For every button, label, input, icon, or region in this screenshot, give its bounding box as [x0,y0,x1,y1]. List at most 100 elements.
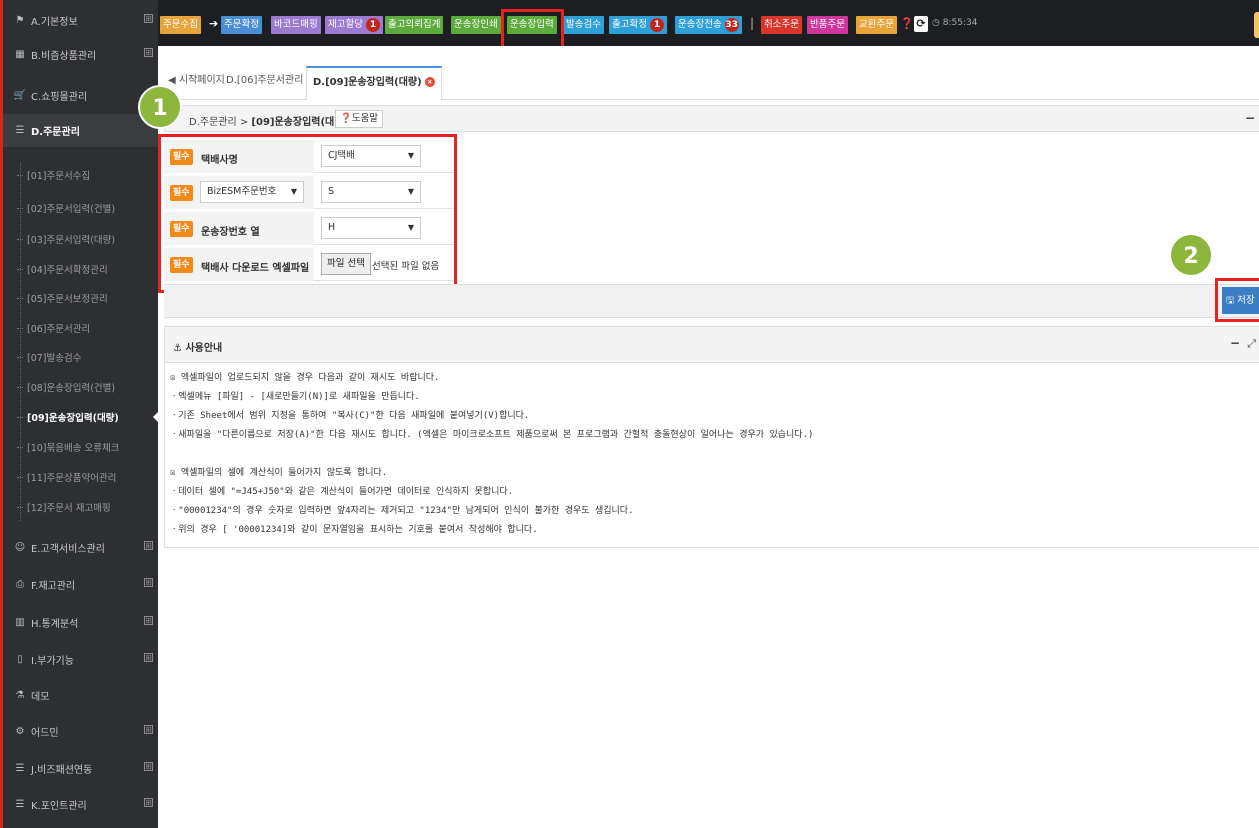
gears-icon: ⚙ [15,726,25,737]
save-highlight-box [1215,278,1259,322]
expand-icon[interactable]: ⊞ [144,798,153,807]
sidebar-item-label: I.부가기능 [31,656,74,667]
sidebar-item-extras[interactable]: ▯ I.부가기능 ⊞ [3,643,158,676]
button-label: 바코드매핑 [274,19,318,30]
user-menu-button[interactable] [1254,12,1259,38]
bookmark-icon: ▯ [17,654,23,665]
sidebar-item-basic-info[interactable]: ⚑ A.기본정보 ⊞ [3,4,158,37]
shipment-inspection-button[interactable]: 발송검수 [563,16,604,34]
sidebar-item-admin[interactable]: ⚙ 어드민 ⊞ [3,715,158,748]
count-badge: 33 [724,18,739,32]
guide-line: ㆍ엑셀메뉴 [파일] - [새로만들기(N)]로 새파일을 만듭니다. [170,392,420,402]
sidebar-item-label: 데모 [31,692,50,703]
breadcrumb: D.주문관리 > [09]운송장입력(대량) [189,113,348,128]
button-label: 발송검수 [566,19,601,30]
waybill-send-button[interactable]: 운송장전송 33 [675,16,742,34]
expand-icon[interactable]: ⊞ [144,762,153,771]
sidebar-item-inventory[interactable]: ⎙ F.재고관리 ⊞ [3,568,158,601]
sidebar-subitem[interactable]: [08]운송장입력(건별) [3,372,158,401]
cart-icon: 🛒 [13,90,27,101]
sidebar-subitem[interactable]: [02]주문서입력(건별) [3,193,158,222]
expand-icon[interactable]: ⊞ [144,48,153,57]
breadcrumb-path: D.주문관리 > [189,117,252,128]
button-label: 운송장전송 [678,19,722,30]
sidebar-subitem[interactable]: [05]주문서보정관리 [3,283,158,312]
button-label: 출고의뢰집계 [388,19,441,30]
minimize-icon[interactable]: − [1230,336,1240,350]
order-collect-button[interactable]: 주문수집 [160,16,201,34]
expand-icon[interactable]: ⊞ [144,541,153,550]
sidebar-subitem[interactable]: [11]주문상품약어관리 [3,462,158,491]
sidebar-item-points[interactable]: ☰ K.포인트관리 ⊞ [3,788,158,821]
waybill-print-button[interactable]: 운송장인쇄 [451,16,501,34]
button-label: 반품주문 [810,19,845,30]
tab-bulk-waybill-input[interactable]: D.[09]운송장입력(대량) × [306,66,442,100]
expand-icon[interactable]: ⊞ [144,653,153,662]
tab-label: D.[09]운송장입력(대량) [313,77,422,88]
expand-icon[interactable]: ⊞ [144,725,153,734]
guide-header: ⚓ 사용안내 − ⤢ [165,327,1259,363]
sidebar-item-demo[interactable]: ⚗ 데모 [3,679,158,712]
sidebar-item-label: B.비즘상품관리 [31,51,97,62]
refresh-icon[interactable]: ⟳ [914,16,928,32]
sidebar-item-products[interactable]: ▦ B.비즘상품관리 ⊞ [3,38,158,71]
smile-icon: ☺ [14,542,26,553]
sidebar-item-label: A.기본정보 [31,17,78,28]
tab-order-management[interactable]: D.[06]주문서관리× [226,66,317,100]
barcode-mapping-button[interactable]: 바코드매핑 [271,16,321,34]
help-icon[interactable]: ❓ [900,17,914,31]
sidebar-item-bizfashion[interactable]: ☰ J.비즈패션연동 ⊞ [3,752,158,785]
printer-icon: ⎙ [16,579,24,590]
guide-line: ☒ 엑셀파일의 셀에 계산식이 들어가지 않도록 합니다. [170,468,388,478]
current-page-pointer [153,411,159,423]
sidebar-item-statistics[interactable]: ▥ H.통계분석 ⊞ [3,606,158,639]
sidebar-subitem-current[interactable]: [09]운송장입력(대량) [3,402,158,431]
breadcrumb-current: [09]운송장입력(대량) [251,117,349,128]
workflow-toolbar: 주문수집 ➔ 주문확정 바코드매핑 재고할당 1 출고의뢰집계 운송장인쇄 운송장… [158,0,1259,46]
order-confirm-button[interactable]: 주문확정 [221,16,262,34]
sidebar-subitem[interactable]: [03]주문서입력(대량) [3,224,158,253]
expand-icon[interactable]: ⊞ [144,578,153,587]
list-icon: ☰ [15,763,25,774]
sidebar-subitem[interactable]: [01]주문서수집 [3,160,158,189]
sidebar-subitem[interactable]: [10]묶음배송 오류체크 [3,432,158,461]
sidebar-item-label: F.재고관리 [31,581,76,592]
sidebar-item-customer-service[interactable]: ☺ E.고객서비스관리 ⊞ [3,531,158,564]
sidebar-item-orders[interactable]: ☰ D.주문관리 [3,114,158,147]
sidebar-item-shopping-mall[interactable]: 🛒 C.쇼핑몰관리 [3,79,158,112]
return-orders-button[interactable]: 반품주문 [807,16,848,34]
sidebar-item-label: D.주문관리 [31,127,80,138]
tab-label: D.[06]주문서관리 [226,75,304,86]
sidebar-subitem[interactable]: [06]주문서관리 [3,313,158,342]
button-label: 주문확정 [224,19,259,30]
button-label: 주문수집 [163,19,198,30]
step-callout-2: 2 [1169,233,1213,277]
sidebar-subitem[interactable]: [04]주문서확정관리 [3,254,158,283]
help-button[interactable]: ❓도움말 [335,110,384,128]
sidebar-item-label: H.통계분석 [31,619,79,630]
cancel-orders-button[interactable]: 취소주문 [761,16,802,34]
expand-icon[interactable]: ⊞ [144,616,153,625]
exchange-orders-button[interactable]: 교환주문 [856,16,897,34]
app-window: ⚑ A.기본정보 ⊞ ▦ B.비즘상품관리 ⊞ 🛒 C.쇼핑몰관리 ☰ D.주문… [0,0,1259,828]
release-confirm-button[interactable]: 출고확정 1 [609,16,667,34]
guide-line: ㆍ"00001234"의 경우 숫자로 입력하면 앞4자리는 제거되고 "123… [170,506,634,516]
minimize-icon[interactable]: − [1245,111,1255,125]
expand-icon[interactable]: ⤢ [1247,337,1256,351]
expand-icon[interactable]: ⊞ [144,14,153,23]
guide-title: ⚓ 사용안내 [173,343,223,354]
sidebar: ⚑ A.기본정보 ⊞ ▦ B.비즘상품관리 ⊞ 🛒 C.쇼핑몰관리 ☰ D.주문… [3,0,159,828]
release-request-summary-button[interactable]: 출고의뢰집계 [385,16,444,34]
list-icon: ☰ [15,125,25,136]
stock-allocation-button[interactable]: 재고할당 1 [325,16,383,34]
close-icon[interactable]: × [424,77,435,87]
sidebar-item-label: K.포인트관리 [31,801,87,812]
flag-icon: ⚑ [15,15,25,26]
form-highlight-box [158,134,457,293]
list-icon: ☰ [15,799,25,810]
page-tab-bar: ◀ 시작페이지 D.[06]주문서관리× D.[09]운송장입력(대량)× [158,46,1259,100]
button-label: 운송장인쇄 [454,19,498,30]
button-label: 재고할당 [328,19,363,30]
sidebar-subitem[interactable]: [12]주문서 재고매핑 [3,492,158,521]
sidebar-subitem[interactable]: [07]발송검수 [3,342,158,371]
